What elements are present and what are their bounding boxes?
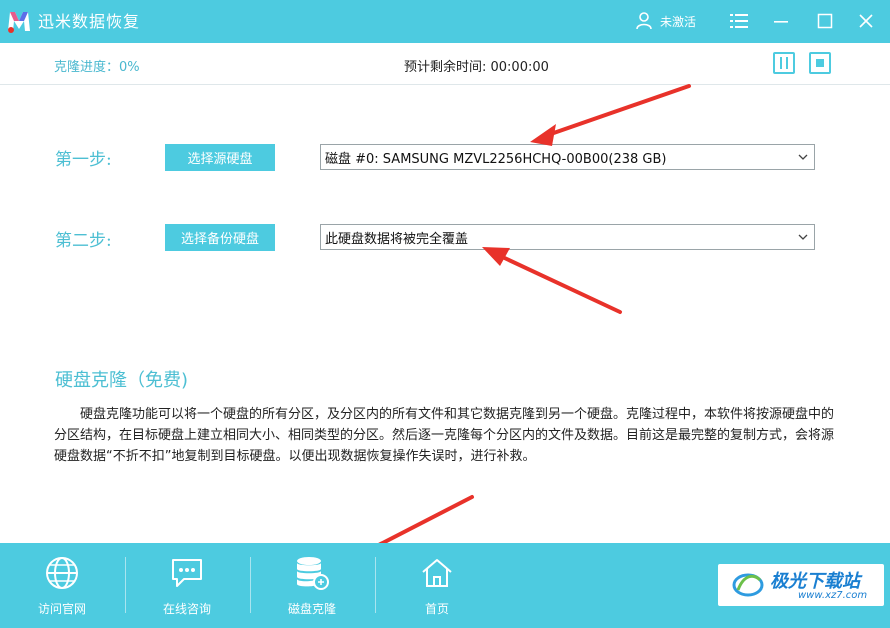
nav-visit-website-label: 访问官网 <box>37 602 86 616</box>
home-icon <box>422 559 452 587</box>
watermark: 极光下载站 www.xz7.com <box>718 564 884 606</box>
pause-icon <box>780 57 788 69</box>
section-title: 硬盘克隆（免费) <box>55 370 189 391</box>
minimize-icon <box>774 21 788 23</box>
arrow-to-source-select <box>530 84 691 146</box>
source-disk-value: 磁盘 #0: SAMSUNG MZVL2256HCHQ-00B00(238 GB… <box>325 151 667 167</box>
title-bar: 迅米数据恢复 未激活 <box>0 0 890 43</box>
watermark-logo-icon <box>732 573 764 597</box>
remaining-time-label: 预计剩余时间: 00:00:00 <box>404 60 549 75</box>
step-one-label: 第一步: <box>55 150 112 170</box>
nav-home[interactable]: 首页 <box>375 543 499 628</box>
user-status-label: 未激活 <box>660 14 697 29</box>
select-source-disk-button[interactable]: 选择源硬盘 <box>165 144 275 171</box>
stop-button[interactable] <box>809 52 831 74</box>
progress-bar-row: 克隆进度：0% 预计剩余时间: 00:00:00 <box>0 43 890 85</box>
backup-disk-value: 此硬盘数据将被完全覆盖 <box>325 231 469 247</box>
select-backup-disk-button[interactable]: 选择备份硬盘 <box>165 224 275 251</box>
nav-disk-clone[interactable]: 磁盘克隆 <box>250 543 374 628</box>
disk-clone-icon <box>297 557 329 590</box>
chevron-down-icon <box>798 234 808 240</box>
chevron-down-icon <box>798 154 808 160</box>
nav-online-consult[interactable]: 在线咨询 <box>125 543 249 628</box>
pause-button[interactable] <box>773 52 795 74</box>
clone-progress-label: 克隆进度：0% <box>54 60 140 75</box>
step-two-label: 第二步: <box>55 231 112 251</box>
nav-online-consult-label: 在线咨询 <box>162 602 211 616</box>
backup-disk-select[interactable]: 此硬盘数据将被完全覆盖 <box>320 224 815 250</box>
app-title: 迅米数据恢复 <box>38 12 141 31</box>
globe-icon <box>46 557 78 589</box>
arrow-to-backup-select <box>482 247 622 314</box>
app-logo-icon <box>8 12 30 33</box>
section-description: 硬盘克隆功能可以将一个硬盘的所有分区，及分区内的所有文件和其它数据克隆到另一个硬… <box>54 407 835 464</box>
annotation-arrows <box>320 84 691 576</box>
close-button[interactable] <box>853 8 879 34</box>
user-icon <box>636 12 652 30</box>
nav-visit-website[interactable]: 访问官网 <box>0 543 124 628</box>
nav-home-label: 首页 <box>424 602 449 616</box>
account-button[interactable]: 未激活 <box>636 10 696 32</box>
stop-icon <box>816 59 824 67</box>
minimize-button[interactable] <box>768 8 794 34</box>
close-icon <box>859 14 873 28</box>
chat-icon <box>172 559 202 587</box>
watermark-url: www.xz7.com <box>798 590 868 601</box>
source-disk-select[interactable]: 磁盘 #0: SAMSUNG MZVL2256HCHQ-00B00(238 GB… <box>320 144 815 170</box>
maximize-icon <box>817 13 833 29</box>
nav-disk-clone-label: 磁盘克隆 <box>287 602 336 616</box>
maximize-button[interactable] <box>812 8 838 34</box>
menu-button[interactable] <box>726 8 752 34</box>
menu-icon <box>730 14 748 28</box>
